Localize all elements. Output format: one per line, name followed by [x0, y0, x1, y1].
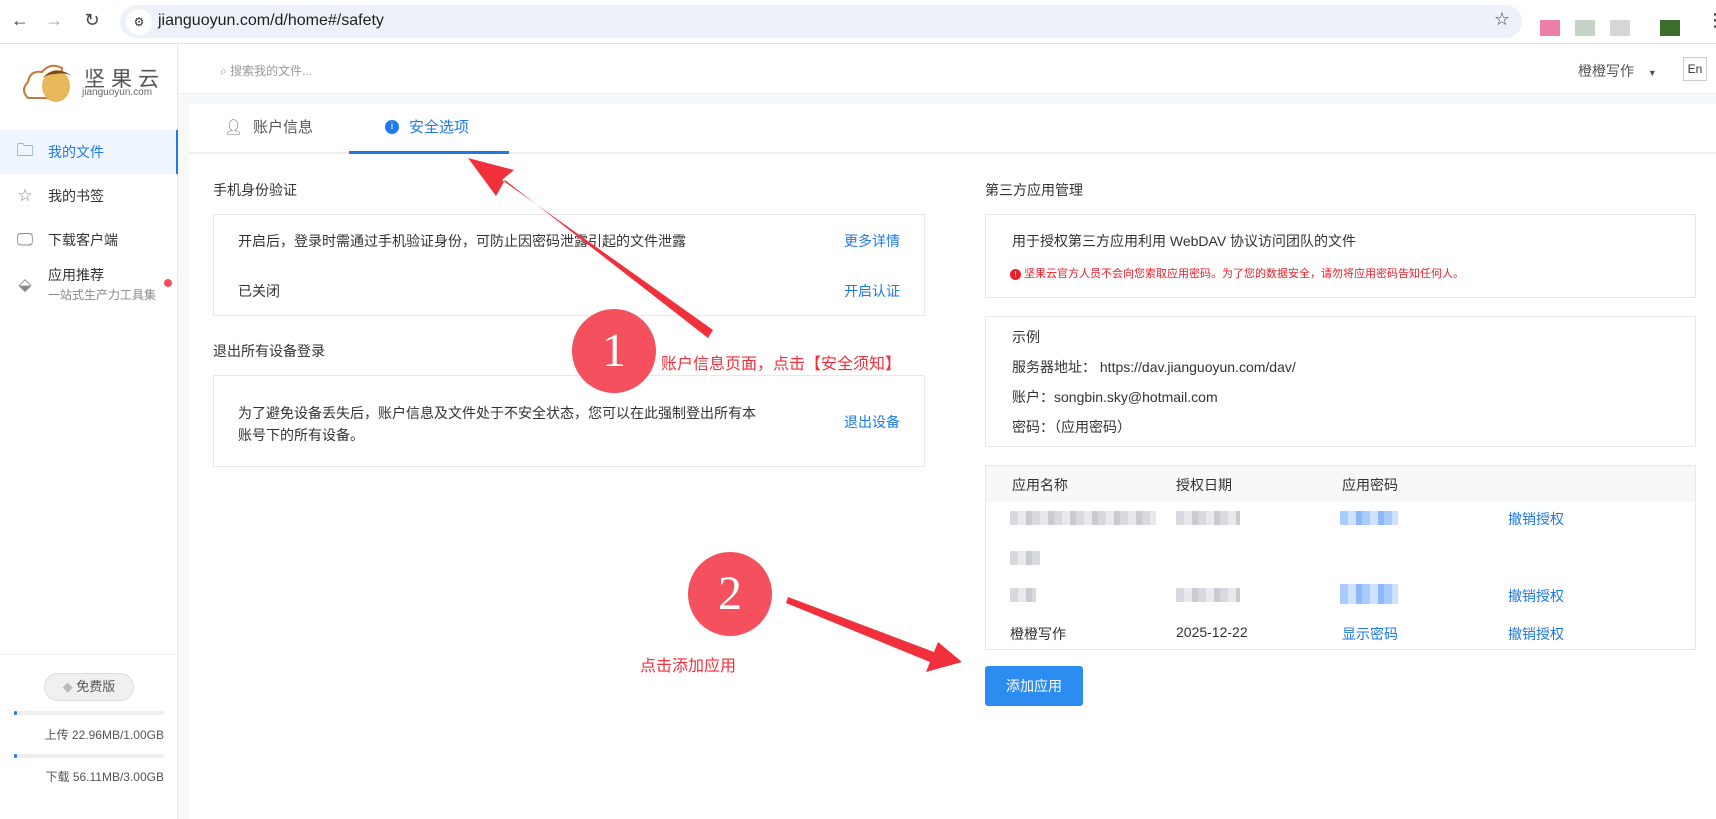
arrow-1	[468, 158, 713, 338]
step-2-marker: 2	[688, 552, 772, 636]
step-1-marker: 1	[572, 309, 656, 393]
step-1-annotation: 账户信息页面，点击【安全须知】	[661, 356, 902, 373]
step-2-annotation: 点击添加应用	[640, 658, 737, 675]
annotation-arrows	[468, 158, 962, 672]
arrow-2	[786, 597, 962, 672]
